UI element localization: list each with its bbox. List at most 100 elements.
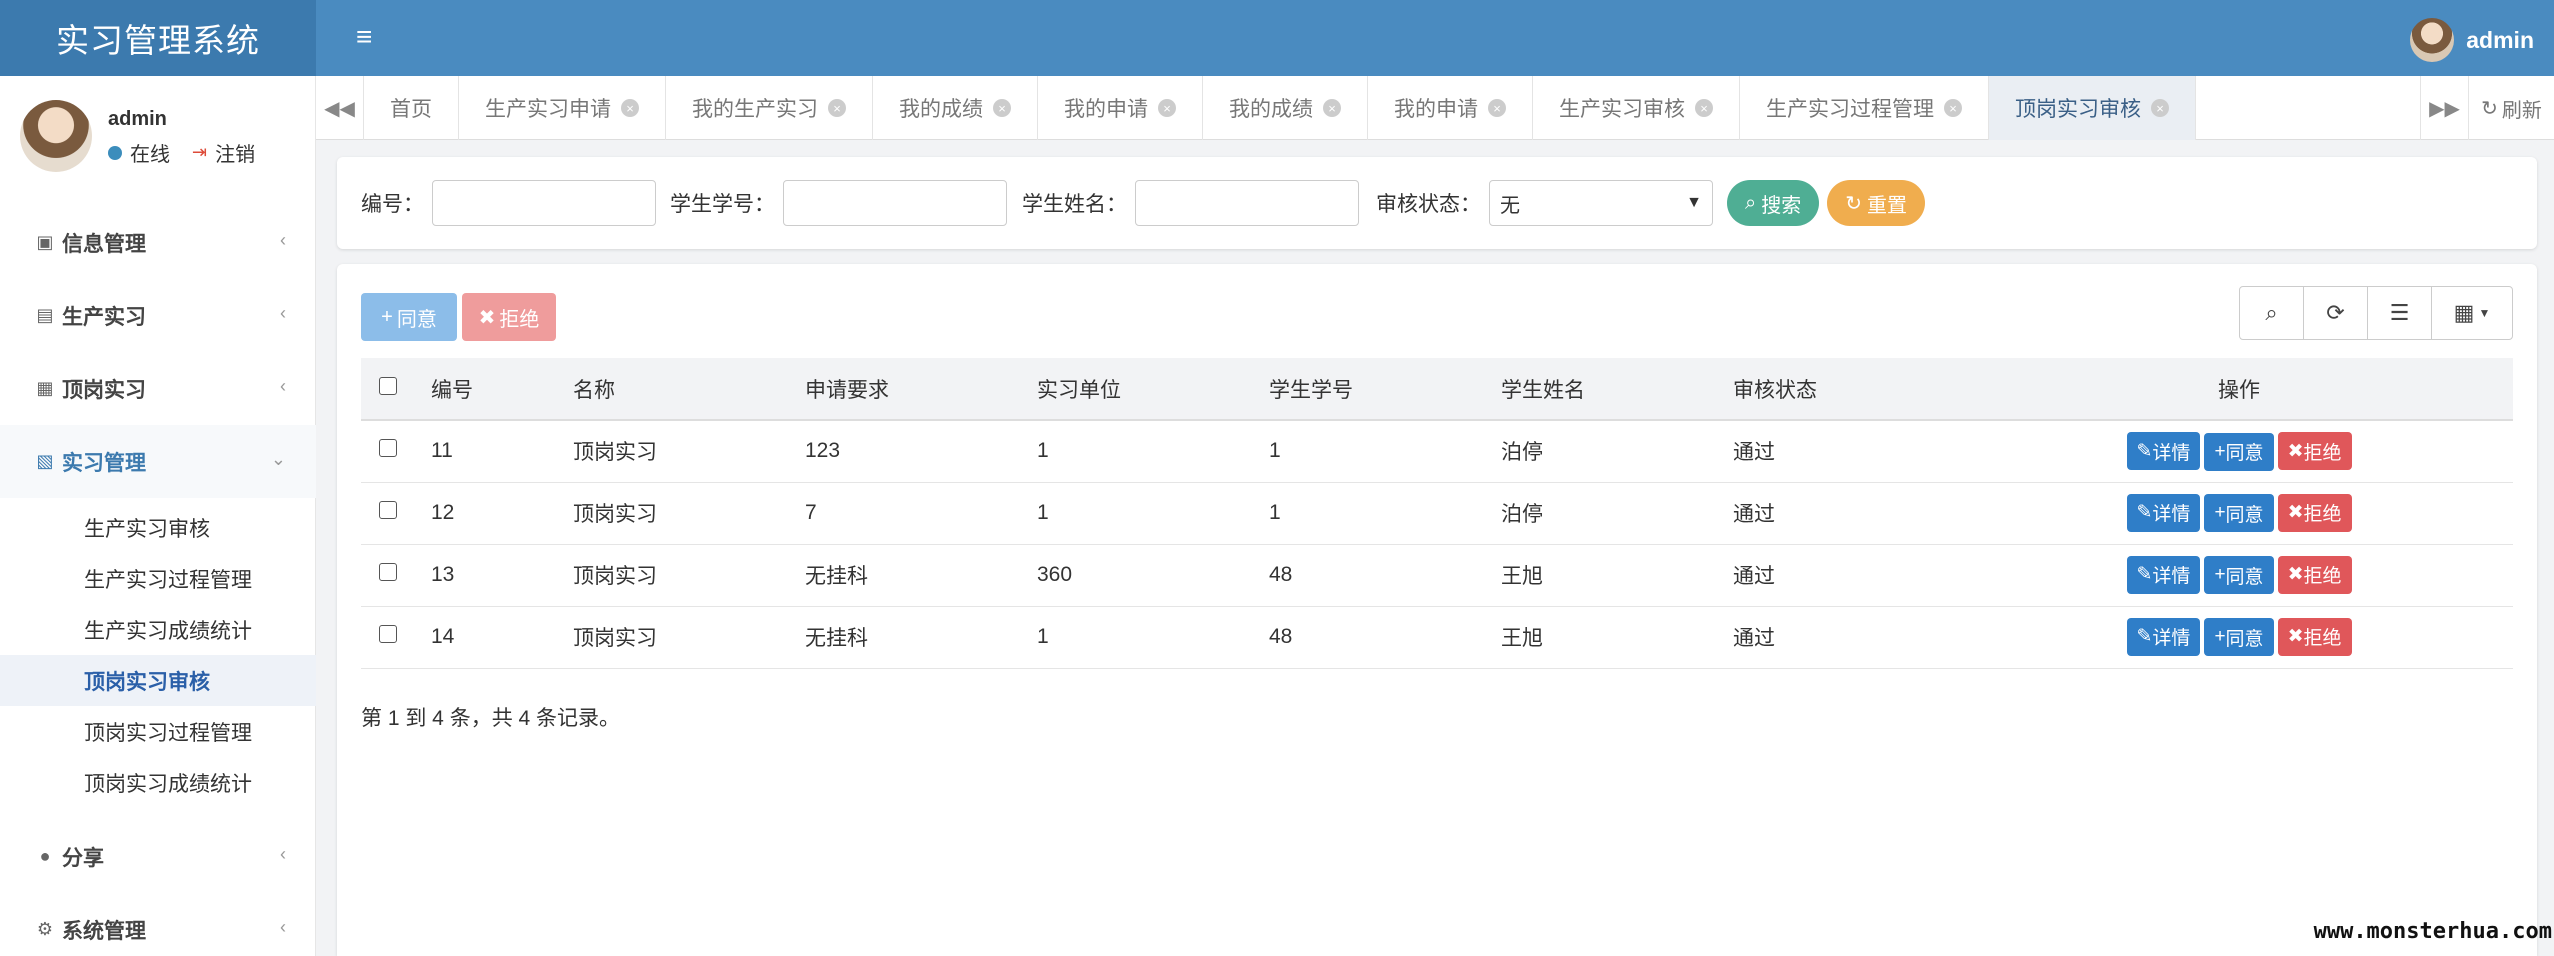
plus-icon: +	[381, 305, 393, 328]
tab-post-review[interactable]: 顶岗实习审核 ×	[1989, 76, 2196, 140]
agree-label: 同意	[2225, 566, 2264, 588]
sidebar-item-label: 实习管理	[62, 451, 146, 475]
student-name-input[interactable]	[1135, 180, 1359, 226]
close-icon[interactable]: ×	[828, 99, 846, 117]
batch-reject-button[interactable]: ✖ 拒绝	[462, 293, 556, 341]
tab-production-process[interactable]: 生产实习过程管理 ×	[1740, 76, 1989, 140]
submenu-item-production-process[interactable]: 生产实习过程管理	[0, 553, 316, 604]
tab-my-applications-2[interactable]: 我的申请 ×	[1368, 76, 1533, 140]
column-header[interactable]: 申请要求	[805, 358, 1037, 420]
close-icon[interactable]: ×	[1695, 99, 1713, 117]
tab-my-scores-2[interactable]: 我的成绩 ×	[1203, 76, 1368, 140]
detail-label: 详情	[2152, 566, 2191, 588]
detail-button[interactable]: ✎ 详情	[2126, 493, 2201, 532]
detail-button[interactable]: ✎ 详情	[2126, 432, 2201, 470]
column-header[interactable]: 实习单位	[1037, 358, 1269, 420]
detail-button[interactable]: ✎ 详情	[2126, 555, 2201, 594]
id-input[interactable]	[432, 180, 656, 226]
column-header[interactable]: 名称	[573, 358, 805, 420]
close-icon[interactable]: ×	[993, 99, 1011, 117]
tab-my-scores[interactable]: 我的成绩 ×	[873, 76, 1038, 140]
refresh-button[interactable]: ↻ 刷新	[2468, 76, 2554, 140]
columns-dropdown-button[interactable]: ▦ ▼	[2432, 287, 2512, 339]
sidebar-item-share[interactable]: ● 分享 ‹	[0, 820, 316, 893]
select-all-checkbox[interactable]	[379, 376, 397, 395]
status-label: 审核状态：	[1376, 193, 1481, 216]
tab-label: 顶岗实习审核	[2015, 98, 2141, 121]
tab-production-review[interactable]: 生产实习审核 ×	[1533, 76, 1740, 140]
detail-button[interactable]: ✎ 详情	[2126, 617, 2201, 656]
column-header[interactable]: 编号	[431, 358, 573, 420]
content-panel: + 同意 ✖ 拒绝 ⌕ ⟳ ☰ ▦ ▼ 编号 名称 申请要求 实习单位 学生学号 学生…	[337, 264, 2537, 956]
reject-button[interactable]: ✖ 拒绝	[2277, 432, 2352, 470]
sidebar-item-system[interactable]: ⚙ 系统管理 ‹	[0, 893, 316, 956]
toggle-view-button[interactable]: ☰	[2368, 287, 2432, 339]
submenu-item-post-process[interactable]: 顶岗实习过程管理	[0, 706, 316, 757]
search-actions: ⌕ 搜索 ↻ 重置	[1727, 157, 1925, 249]
row-checkbox[interactable]	[379, 439, 397, 458]
reject-button[interactable]: ✖ 拒绝	[2277, 555, 2352, 594]
agree-button[interactable]: + 同意	[2204, 432, 2274, 471]
status-select[interactable]: 无 ▼	[1489, 180, 1713, 226]
column-header[interactable]: 审核状态	[1733, 358, 1965, 420]
toggle-search-button[interactable]: ⌕	[2240, 287, 2304, 339]
submenu-item-production-review[interactable]: 生产实习审核	[0, 502, 316, 553]
chevron-left-icon: ‹	[280, 376, 286, 396]
tab-my-applications[interactable]: 我的申请 ×	[1038, 76, 1203, 140]
refresh-label: 刷新	[2501, 99, 2542, 122]
sidebar-item-post-internship[interactable]: ▦ 顶岗实习 ‹	[0, 352, 316, 425]
chevron-left-icon: ‹	[280, 230, 286, 250]
cell-actions: ✎ 详情 + 同意 ✖ 拒绝	[1965, 420, 2513, 482]
agree-button[interactable]: + 同意	[2204, 494, 2274, 533]
submenu-item-post-scores[interactable]: 顶岗实习成绩统计	[0, 757, 316, 808]
submenu-item-production-scores[interactable]: 生产实习成绩统计	[0, 604, 316, 655]
cell-actions: ✎ 详情 + 同意 ✖ 拒绝	[1965, 544, 2513, 606]
online-status: 在线	[130, 144, 170, 166]
menu-toggle-icon[interactable]: ≡	[356, 23, 382, 51]
close-icon[interactable]: ×	[1323, 99, 1341, 117]
column-header[interactable]: 学生姓名	[1501, 358, 1733, 420]
logout-icon[interactable]: ⇥	[192, 142, 207, 163]
search-button[interactable]: ⌕ 搜索	[1727, 180, 1820, 226]
cell-student-no: 1	[1269, 439, 1281, 463]
tabs-scroll-right-icon[interactable]: ▶▶	[2420, 76, 2468, 140]
sidebar-item-internship-management[interactable]: ▧ 实习管理 ⌄	[0, 425, 316, 498]
student-no-input[interactable]	[783, 180, 1007, 226]
cell-requirement: 无挂科	[805, 627, 868, 650]
close-icon[interactable]: ×	[1944, 99, 1962, 117]
top-user-name: admin	[2466, 26, 2534, 53]
sidebar-item-production-internship[interactable]: ▤ 生产实习 ‹	[0, 279, 316, 352]
top-user-menu[interactable]: admin	[2410, 18, 2534, 62]
top-navbar: 实习管理系统 ≡ admin	[0, 0, 2554, 76]
cell-company: 360	[1037, 563, 1073, 586]
cell-requirement: 7	[805, 501, 817, 524]
close-icon[interactable]: ×	[1158, 99, 1176, 117]
edit-icon: ✎	[2136, 440, 2153, 462]
agree-button[interactable]: + 同意	[2204, 618, 2274, 657]
close-icon[interactable]: ×	[621, 99, 639, 117]
reject-button[interactable]: ✖ 拒绝	[2277, 617, 2352, 656]
close-icon[interactable]: ×	[1488, 99, 1506, 117]
sidebar-item-info[interactable]: ▣ 信息管理 ‹	[0, 206, 316, 279]
logout-link[interactable]: 注销	[215, 138, 255, 167]
row-checkbox[interactable]	[379, 625, 397, 643]
refresh-table-button[interactable]: ⟳	[2304, 287, 2368, 339]
cell-requirement: 123	[805, 439, 841, 463]
tabs-scroll-left-icon[interactable]: ◀◀	[316, 76, 364, 140]
app-title[interactable]: 实习管理系统	[0, 0, 316, 76]
tab-home[interactable]: 首页	[364, 76, 459, 140]
batch-agree-button[interactable]: + 同意	[361, 293, 457, 341]
tab-production-apply[interactable]: 生产实习申请 ×	[459, 76, 666, 140]
cell-company: 1	[1037, 439, 1049, 463]
row-checkbox[interactable]	[379, 501, 397, 519]
reject-button[interactable]: ✖ 拒绝	[2277, 493, 2352, 532]
status-selected-value: 无	[1500, 194, 1520, 217]
submenu-item-post-review[interactable]: 顶岗实习审核	[0, 655, 316, 706]
tab-my-production[interactable]: 我的生产实习 ×	[666, 76, 873, 140]
column-header[interactable]: 学生学号	[1269, 358, 1501, 420]
close-icon[interactable]: ×	[2151, 99, 2169, 117]
agree-button[interactable]: + 同意	[2204, 556, 2274, 595]
reset-button[interactable]: ↻ 重置	[1827, 180, 1925, 226]
table-toolbar: ⌕ ⟳ ☰ ▦ ▼	[2239, 286, 2513, 340]
row-checkbox[interactable]	[379, 563, 397, 581]
